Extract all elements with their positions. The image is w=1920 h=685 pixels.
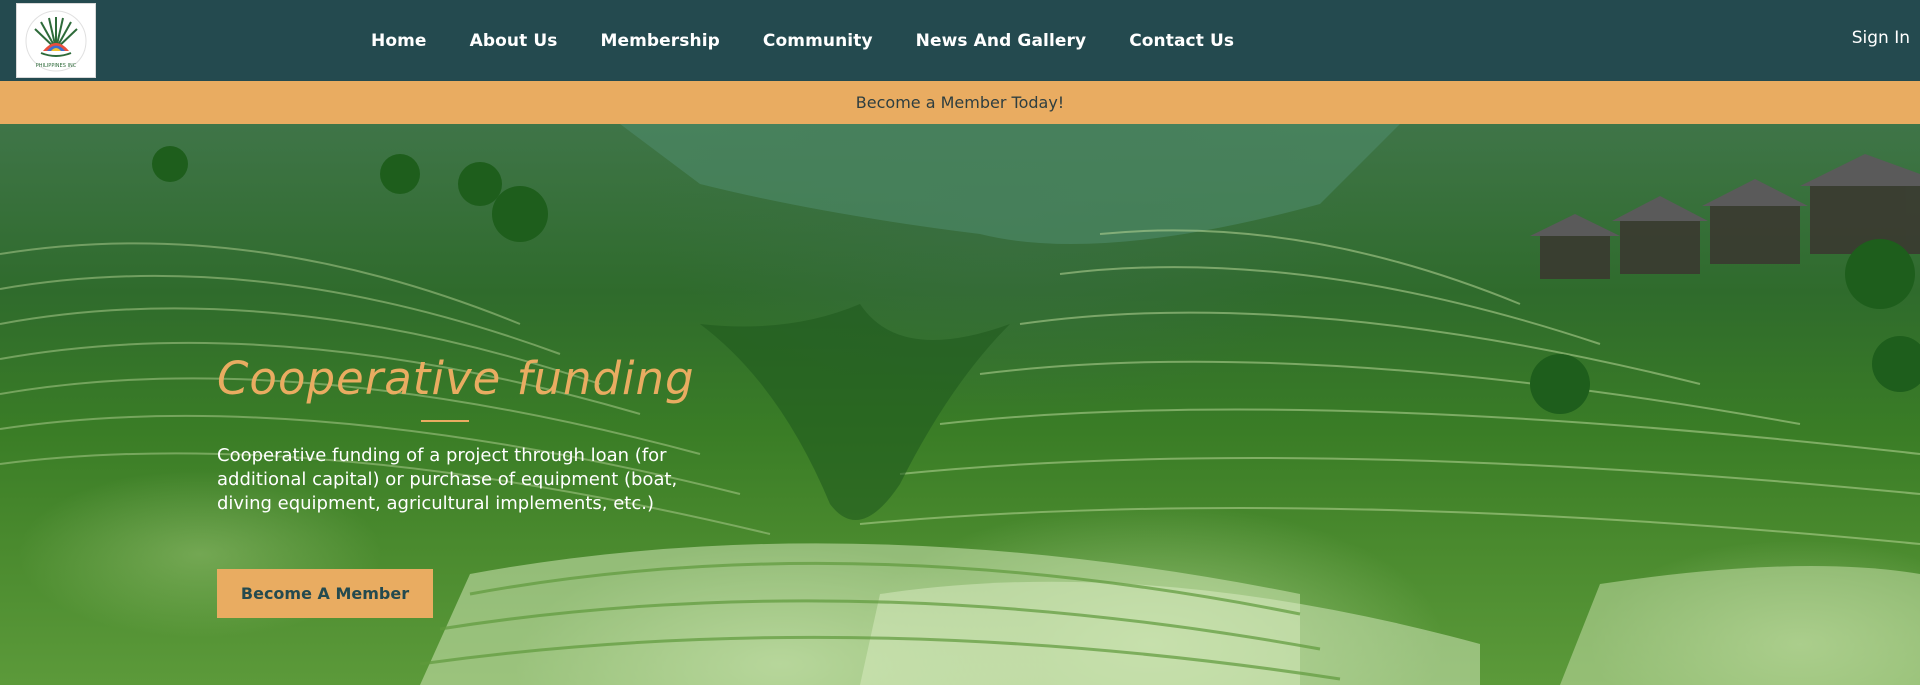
logo[interactable]: PHILIPPINES INC: [16, 3, 96, 78]
nav-community[interactable]: Community: [763, 31, 873, 51]
hero-title: Cooperative funding: [217, 352, 695, 405]
main-nav: Home About Us Membership Community News …: [371, 0, 1277, 81]
title-divider: [421, 420, 469, 422]
become-member-button[interactable]: Become A Member: [217, 569, 433, 618]
nav-about-us[interactable]: About Us: [470, 31, 558, 51]
nav-membership[interactable]: Membership: [600, 31, 719, 51]
nav-home[interactable]: Home: [371, 31, 427, 51]
hero-description: Cooperative funding of a project through…: [217, 445, 678, 514]
site-header: PHILIPPINES INC Home About Us Membership…: [0, 0, 1920, 81]
promo-bar: Become a Member Today!: [0, 81, 1920, 124]
svg-text:PHILIPPINES INC: PHILIPPINES INC: [36, 63, 77, 69]
promo-link[interactable]: Become a Member Today!: [856, 93, 1064, 112]
nav-news-and-gallery[interactable]: News And Gallery: [916, 31, 1087, 51]
society-logo-icon: PHILIPPINES INC: [25, 10, 87, 71]
sign-in-link[interactable]: Sign In: [1852, 28, 1910, 48]
hero-section: Cooperative funding Cooperative funding …: [0, 124, 1920, 685]
nav-contact-us[interactable]: Contact Us: [1129, 31, 1234, 51]
